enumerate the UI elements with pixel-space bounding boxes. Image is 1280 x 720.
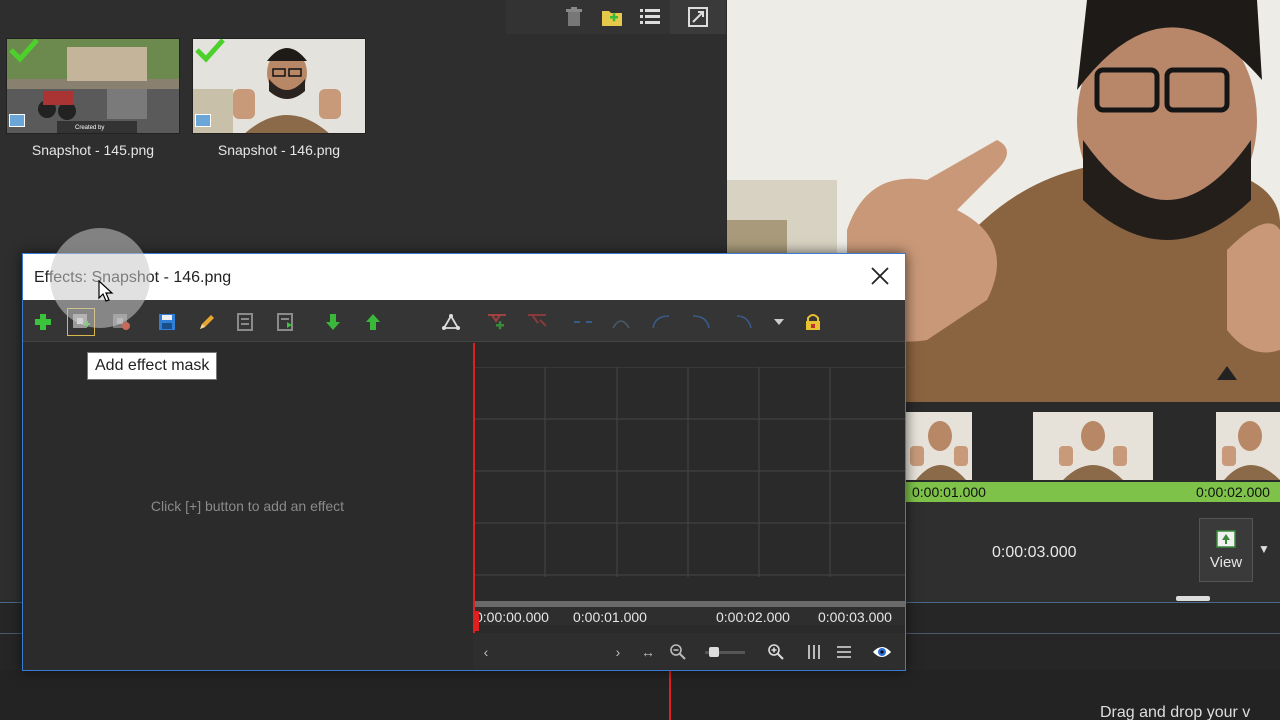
zoom-in-icon[interactable] (765, 641, 787, 663)
playhead-handle[interactable] (473, 611, 479, 631)
keyframe-ruler[interactable]: 0:00:00.000 0:00:01.000 0:00:02.000 0:00… (473, 601, 905, 625)
image-type-icon (9, 114, 25, 127)
keyframe-mode-icon[interactable] (437, 308, 465, 336)
scroll-left-icon[interactable]: ‹ (475, 641, 497, 663)
add-keyframe-icon[interactable] (483, 308, 511, 336)
image-type-icon (195, 114, 211, 127)
ruler-label: 0:00:02.000 (1196, 484, 1270, 500)
view-dropdown-icon[interactable]: ▼ (1258, 542, 1270, 556)
scrollbar-handle[interactable] (1176, 596, 1210, 601)
clip-thumbnail[interactable]: Snapshot - 146.png (192, 38, 366, 158)
clip-label: Snapshot - 145.png (31, 142, 155, 158)
ruler-tick-label: 0:00:00.000 (475, 609, 549, 625)
ruler-label: 0:00:01.000 (912, 484, 986, 500)
status-bar: Drag and drop your v (0, 670, 1280, 720)
visibility-icon[interactable] (871, 641, 893, 663)
lock-icon[interactable] (799, 308, 827, 336)
add-effect-icon[interactable] (29, 308, 57, 336)
export-icon[interactable] (271, 308, 299, 336)
effects-dialog: Effects: Snapshot - 146.png (22, 253, 906, 671)
columns-icon[interactable] (803, 641, 825, 663)
drop-hint-text: Drag and drop your v (1100, 704, 1251, 720)
move-down-icon[interactable] (319, 308, 347, 336)
checkmark-icon (9, 39, 39, 63)
curve-type-icon[interactable] (731, 308, 759, 336)
cursor-highlight (50, 228, 150, 328)
menu-icon[interactable] (833, 641, 855, 663)
ease-out-icon[interactable] (647, 308, 675, 336)
effects-toolbar (23, 300, 905, 342)
ease-in-out-icon[interactable] (687, 308, 715, 336)
curve-dropdown-icon[interactable] (765, 308, 793, 336)
trash-icon[interactable] (560, 3, 588, 31)
keyframe-controls: ‹ › ↔ (473, 633, 905, 669)
ease-in-icon[interactable] (607, 308, 635, 336)
timeline-playhead[interactable] (669, 670, 671, 720)
save-icon[interactable] (153, 308, 181, 336)
ruler-tick-label: 0:00:01.000 (573, 609, 647, 625)
move-up-icon[interactable] (359, 308, 387, 336)
list-view-icon[interactable] (636, 3, 664, 31)
empty-effects-hint: Click [+] button to add an effect (150, 498, 345, 514)
keyframe-panel[interactable]: 0:00:00.000 0:00:01.000 0:00:02.000 0:00… (473, 343, 905, 670)
view-button[interactable]: View (1199, 518, 1253, 582)
dock-toggle-icon[interactable] (670, 0, 726, 34)
timeline-info-area: 0:00:03.000 View ▼ (906, 502, 1280, 602)
ruler-track (473, 601, 905, 607)
zoom-slider[interactable] (703, 641, 747, 663)
view-button-label: View (1209, 553, 1243, 571)
clip-preview-image (192, 38, 366, 134)
view-icon (1216, 529, 1236, 548)
timeline-clip-track[interactable]: 0:00:01.000 0:00:02.000 (906, 402, 1280, 502)
fit-width-icon[interactable]: ↔ (637, 641, 659, 663)
keyframe-grid (473, 367, 905, 577)
keyframe-playhead[interactable] (473, 343, 475, 633)
clip-frame-thumbnail (1216, 412, 1280, 480)
clip-preview-image: Created by (6, 38, 180, 134)
scroll-right-icon[interactable]: › (607, 641, 629, 663)
checkmark-icon (195, 39, 225, 63)
zoom-out-icon[interactable] (667, 641, 689, 663)
tooltip: Add effect mask (87, 352, 218, 380)
close-icon[interactable] (869, 265, 891, 287)
ruler-tick-label: 0:00:03.000 (818, 609, 892, 625)
ruler-tick-label: 0:00:02.000 (716, 609, 790, 625)
linear-curve-icon[interactable] (569, 308, 597, 336)
mouse-cursor-icon (98, 280, 114, 302)
remove-keyframe-icon[interactable] (523, 308, 551, 336)
effects-list-area[interactable]: Click [+] button to add an effect (23, 343, 472, 670)
clip-thumbnail[interactable]: Created by Snapshot - 145.png (6, 38, 180, 158)
edit-icon[interactable] (193, 308, 221, 336)
add-folder-icon[interactable] (598, 3, 626, 31)
clip-frame-thumbnail (1033, 412, 1153, 480)
timecode-display: 0:00:03.000 (992, 544, 1077, 561)
clip-frame-thumbnail (906, 412, 972, 480)
dialog-titlebar[interactable]: Effects: Snapshot - 146.png (23, 254, 905, 300)
clip-label: Snapshot - 146.png (217, 142, 341, 158)
import-icon[interactable] (231, 308, 259, 336)
watermark-text: Created by (75, 125, 104, 131)
clip-ruler[interactable]: 0:00:01.000 0:00:02.000 (906, 482, 1280, 502)
